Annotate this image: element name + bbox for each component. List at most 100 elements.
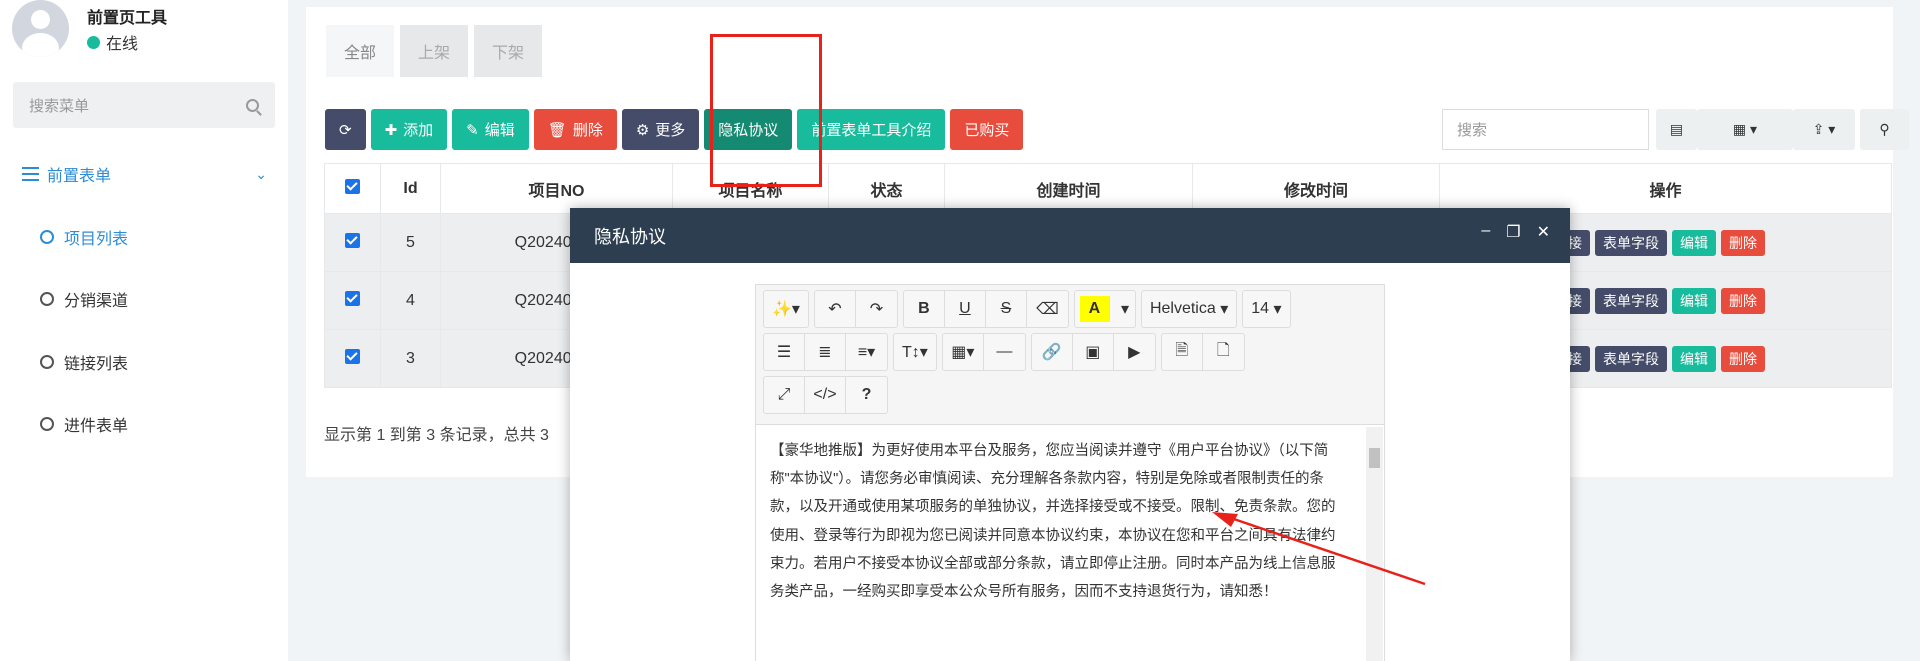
col-status[interactable]: 状态 bbox=[828, 163, 945, 214]
row-delete-button[interactable]: 删除 bbox=[1721, 229, 1765, 256]
pencil-icon: ✎ bbox=[466, 121, 479, 139]
tab-offline[interactable]: 下架 bbox=[474, 25, 543, 77]
redo-icon[interactable]: ↷ bbox=[856, 291, 897, 327]
horizontal-rule-icon[interactable]: — bbox=[984, 334, 1025, 370]
bought-button[interactable]: 已购买 bbox=[950, 109, 1024, 150]
file-icon[interactable]: 🗋 bbox=[1203, 334, 1244, 370]
edit-button[interactable]: ✎ 编辑 bbox=[452, 109, 529, 150]
sidebar-item-label: 链接列表 bbox=[64, 356, 129, 373]
user-status: 在线 bbox=[87, 30, 138, 54]
chevron-down-icon: ⌄ bbox=[255, 165, 267, 182]
line-height-icon[interactable]: T↕▾ bbox=[894, 334, 936, 370]
sidebar-item-label: 项目列表 bbox=[64, 231, 129, 248]
tab-all[interactable]: 全部 bbox=[326, 25, 395, 77]
row-delete-button[interactable]: 删除 bbox=[1721, 287, 1765, 314]
sidebar-item-project-list[interactable]: 项目列表 bbox=[40, 225, 128, 249]
more-button[interactable]: ⚙ 更多 bbox=[621, 109, 700, 150]
font-size-value: 14 bbox=[1251, 300, 1270, 317]
link-icon[interactable]: 🔗 bbox=[1032, 334, 1073, 370]
add-button[interactable]: ✚ 添加 bbox=[370, 109, 448, 150]
numbered-list-icon[interactable]: ≣ bbox=[805, 334, 846, 370]
refresh-icon: ⟳ bbox=[339, 121, 352, 139]
font-color-icon[interactable]: A bbox=[1079, 296, 1110, 322]
col-id[interactable]: Id bbox=[380, 163, 441, 214]
minimize-icon[interactable]: – bbox=[1481, 222, 1490, 242]
row-delete-button[interactable]: 删除 bbox=[1721, 345, 1765, 372]
row-edit-button[interactable]: 编辑 bbox=[1672, 229, 1716, 256]
row-edit-button[interactable]: 编辑 bbox=[1672, 345, 1716, 372]
sidebar-item-channels[interactable]: 分销渠道 bbox=[40, 287, 128, 311]
search-icon: ⚲ bbox=[1879, 121, 1890, 137]
col-actions: 操作 bbox=[1439, 163, 1892, 214]
menu-search-input[interactable]: 搜索菜单 bbox=[13, 82, 275, 128]
help-icon[interactable]: ? bbox=[846, 377, 887, 413]
fullscreen-icon[interactable]: ⤢ bbox=[764, 377, 805, 413]
undo-icon[interactable]: ↶ bbox=[815, 291, 856, 327]
form-fields-button[interactable]: 表单字段 bbox=[1595, 345, 1667, 372]
cell-id: 4 bbox=[380, 271, 441, 330]
rich-text-editor: ✨▾ ↶ ↷ B U S ⌫ A ▾ Helvetica ▾ 14 ▾ ☰ ≣ ≡▾ T↕▾ … bbox=[755, 284, 1385, 661]
magic-wand-icon[interactable]: ✨▾ bbox=[764, 291, 808, 327]
strikethrough-icon[interactable]: S bbox=[986, 291, 1027, 327]
editor-scrollbar[interactable] bbox=[1366, 427, 1383, 661]
sidebar-item-links[interactable]: 链接列表 bbox=[40, 350, 128, 374]
toggle-view-button[interactable]: ▤ bbox=[1656, 109, 1697, 150]
sidebar-item-forms[interactable]: 进件表单 bbox=[40, 412, 128, 436]
code-view-icon[interactable]: </> bbox=[805, 377, 846, 413]
maximize-icon[interactable]: ❐ bbox=[1506, 222, 1520, 242]
privacy-modal: 隐私协议 – ❐ ✕ ✨▾ ↶ ↷ B U S ⌫ A ▾ Helvetica ▾ 14 … bbox=[570, 208, 1570, 661]
close-icon[interactable]: ✕ bbox=[1537, 222, 1550, 242]
font-family-value: Helvetica bbox=[1149, 300, 1216, 317]
table-icon[interactable]: ▦▾ bbox=[943, 334, 984, 370]
circle-icon bbox=[40, 355, 54, 369]
align-icon[interactable]: ≡▾ bbox=[846, 334, 887, 370]
circle-icon bbox=[40, 417, 54, 431]
table-search-input[interactable]: 搜索 bbox=[1442, 109, 1649, 150]
circle-icon bbox=[40, 230, 54, 244]
search-button[interactable]: ⚲ bbox=[1860, 109, 1909, 150]
editor-content[interactable]: 【豪华地推版】为更好使用本平台及服务，您应当阅读并遵守《用户平台协议》（以下简称… bbox=[756, 425, 1361, 618]
sidebar-group-front-form[interactable]: 前置表单 ⌄ bbox=[22, 162, 267, 186]
tab-bar: 全部 上架 下架 bbox=[326, 25, 543, 77]
status-label: 在线 bbox=[106, 36, 139, 53]
cell-id: 3 bbox=[380, 329, 441, 388]
col-modified[interactable]: 修改时间 bbox=[1192, 163, 1440, 214]
export-icon: ⇪ ▾ bbox=[1812, 121, 1836, 137]
cell-id: 5 bbox=[380, 213, 441, 272]
underline-icon[interactable]: U bbox=[945, 291, 986, 327]
form-fields-button[interactable]: 表单字段 bbox=[1595, 229, 1667, 256]
row-checkbox[interactable] bbox=[324, 213, 381, 272]
col-created[interactable]: 创建时间 bbox=[944, 163, 1193, 214]
columns-button[interactable]: ▦ ▾ bbox=[1697, 109, 1793, 150]
refresh-button[interactable]: ⟳ bbox=[325, 109, 366, 150]
image-icon[interactable]: ▣ bbox=[1073, 334, 1114, 370]
tab-online[interactable]: 上架 bbox=[400, 25, 469, 77]
export-button[interactable]: ⇪ ▾ bbox=[1793, 109, 1855, 150]
trash-icon: 🗑 bbox=[547, 121, 567, 139]
select-all-checkbox[interactable] bbox=[324, 163, 381, 214]
search-icon bbox=[246, 98, 259, 112]
eraser-icon[interactable]: ⌫ bbox=[1027, 291, 1068, 327]
plus-icon: ✚ bbox=[384, 121, 398, 139]
user-name: 前置页工具 bbox=[87, 10, 168, 27]
bullet-list-icon[interactable]: ☰ bbox=[764, 334, 805, 370]
delete-button[interactable]: 🗑 删除 bbox=[533, 109, 617, 150]
edit-label: 编辑 bbox=[484, 122, 515, 139]
bold-icon[interactable]: B bbox=[904, 291, 945, 327]
form-fields-button[interactable]: 表单字段 bbox=[1595, 287, 1667, 314]
right-tools: 搜索 ▤ ▦ ▾ ⇪ ▾ ⚲ bbox=[1442, 109, 1909, 150]
font-family-select[interactable]: Helvetica ▾ bbox=[1142, 291, 1236, 327]
pagination-info: 显示第 1 到第 3 条记录，总共 3 bbox=[324, 427, 549, 444]
col-project-no[interactable]: 项目NO bbox=[440, 163, 673, 214]
row-checkbox[interactable] bbox=[324, 329, 381, 388]
file-image-icon[interactable]: 🗎 bbox=[1162, 334, 1203, 370]
row-edit-button[interactable]: 编辑 bbox=[1672, 287, 1716, 314]
circle-icon bbox=[40, 292, 54, 306]
sidebar-item-label: 分销渠道 bbox=[64, 293, 129, 310]
editor-toolbar: ✨▾ ↶ ↷ B U S ⌫ A ▾ Helvetica ▾ 14 ▾ ☰ ≣ ≡▾ T↕▾ … bbox=[756, 285, 1384, 425]
font-size-select[interactable]: 14 ▾ bbox=[1243, 291, 1289, 327]
row-checkbox[interactable] bbox=[324, 271, 381, 330]
add-label: 添加 bbox=[403, 122, 434, 139]
chevron-down-icon[interactable]: ▾ bbox=[1115, 291, 1135, 327]
video-icon[interactable]: ▶ bbox=[1114, 334, 1155, 370]
